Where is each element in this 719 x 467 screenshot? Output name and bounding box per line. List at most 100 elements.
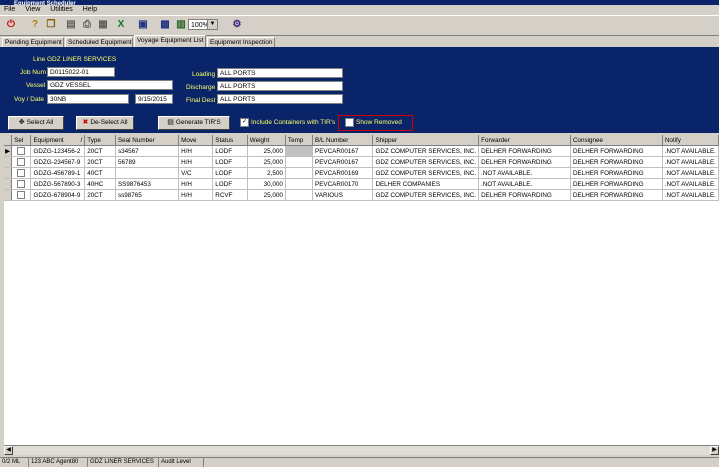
empty-cell: [570, 251, 662, 261]
row-header[interactable]: [4, 167, 13, 179]
col-header-shipper[interactable]: Shipper: [372, 135, 480, 146]
row-select-checkbox[interactable]: [17, 147, 26, 155]
empty-cell: [373, 321, 479, 331]
table-row[interactable]: GDZG-678904-9 20CT ss98765 H/H RCVF 25,000 VAR…: [4, 189, 719, 201]
final-dest-field[interactable]: ALL PORTS: [217, 94, 343, 104]
row-select-checkbox[interactable]: [17, 180, 26, 188]
row-select-checkbox[interactable]: [17, 158, 26, 166]
row-header[interactable]: [4, 189, 13, 201]
empty-cell: [85, 331, 116, 341]
empty-cell: [31, 411, 85, 421]
empty-cell: [313, 271, 373, 281]
generate-tirs-button[interactable]: ▤ Generate TIR'S: [158, 116, 230, 130]
menu-file[interactable]: File: [4, 6, 15, 13]
cell-sel[interactable]: [11, 156, 32, 168]
row-select-checkbox[interactable]: [17, 191, 26, 199]
col-header-notify[interactable]: Notify: [662, 135, 719, 146]
date-field[interactable]: 9/15/2015: [135, 94, 173, 104]
vessel-field[interactable]: GDZ VESSEL: [47, 80, 173, 90]
empty-cell: [179, 221, 213, 231]
row-header[interactable]: [4, 156, 13, 168]
tool-icon[interactable]: ⚙: [230, 18, 244, 32]
empty-cell: [313, 241, 373, 251]
empty-cell: [85, 211, 116, 221]
cell-sel[interactable]: [11, 178, 32, 190]
tab-scheduled-equipment[interactable]: Scheduled Equipment: [65, 37, 133, 47]
table-row[interactable]: ▶ GDZG-123456-2 20CT s34567 H/H LODF 25,000 PEV…: [4, 145, 719, 157]
row-header[interactable]: ▶: [4, 145, 13, 157]
help-icon[interactable]: ?: [28, 18, 42, 32]
empty-cell: [662, 211, 718, 221]
row-select-checkbox[interactable]: [17, 169, 26, 177]
col-header-weight[interactable]: Weight: [247, 135, 286, 146]
loading-field[interactable]: ALL PORTS: [217, 68, 343, 78]
generate-tirs-label: Generate TIR'S: [175, 119, 221, 126]
cell-consignee: DELHER FORWARDING: [570, 178, 663, 190]
empty-cell: [12, 341, 31, 351]
cell-seal-number: SS9876453: [115, 178, 180, 190]
empty-cell: [479, 381, 571, 391]
excel-icon[interactable]: X: [114, 18, 128, 32]
horizontal-scrollbar[interactable]: ◀ ▶: [4, 445, 719, 455]
empty-cell: [12, 281, 31, 291]
col-header-consignee[interactable]: Consignee: [570, 135, 663, 146]
save-icon[interactable]: ▩: [158, 18, 172, 32]
discharge-field[interactable]: ALL PORTS: [217, 81, 343, 91]
empty-cell: [31, 221, 85, 231]
print-icon[interactable]: ⎙: [80, 18, 94, 32]
zoom-select[interactable]: 100% ▼: [188, 19, 218, 30]
cell-sel[interactable]: [11, 189, 32, 201]
menu-utilities[interactable]: Utilities: [50, 6, 73, 13]
cell-forwarder: DELHER FORWARDING: [478, 156, 571, 168]
job-num-field[interactable]: D0115022-01: [47, 67, 115, 77]
window-icon[interactable]: ▣: [136, 18, 150, 32]
table-row[interactable]: GDZG-567890-3 40HC SS9876453 H/H LODF 30,000 P…: [4, 178, 719, 190]
empty-cell: [662, 231, 718, 241]
grid-icon[interactable]: ▥: [174, 18, 188, 32]
empty-cell: [662, 201, 718, 212]
cell-move: H/H: [178, 189, 214, 201]
empty-row: [4, 211, 719, 221]
col-header-equipment[interactable]: Equipment /: [30, 135, 86, 146]
copy-icon[interactable]: ❐: [44, 18, 58, 32]
cell-weight: 25,000: [247, 189, 286, 201]
col-header-temp[interactable]: Temp: [285, 135, 314, 146]
voyage-field[interactable]: 30NB: [47, 94, 129, 104]
exit-icon[interactable]: ⏻: [4, 18, 18, 32]
menu-view[interactable]: View: [25, 6, 40, 13]
menu-help[interactable]: Help: [83, 6, 97, 13]
empty-cell: [373, 251, 479, 261]
tab-pending-equipment[interactable]: Pending Equipment: [2, 37, 64, 47]
empty-row: [4, 200, 719, 212]
row-header[interactable]: [4, 178, 13, 190]
equipment-grid[interactable]: Sel Equipment / Type Seal Number Move St…: [4, 135, 719, 445]
select-all-button[interactable]: ✥ Select All: [8, 116, 64, 130]
tab-voyage-equipment-list[interactable]: Voyage Equipment List: [134, 35, 206, 47]
empty-cell: [4, 301, 12, 311]
empty-cell: [373, 411, 479, 421]
col-header-move[interactable]: Move: [178, 135, 214, 146]
empty-cell: [115, 231, 178, 241]
col-header-bl-number[interactable]: B/L Number: [312, 135, 374, 146]
spreadsheet-icon[interactable]: ▦: [96, 18, 110, 32]
col-header-seal-number[interactable]: Seal Number: [115, 135, 180, 146]
empty-cell: [115, 431, 178, 441]
tab-equipment-inspection[interactable]: Equipment Inspection: [207, 37, 275, 47]
table-row[interactable]: GDZG-456789-1 40CT V/C LODF 2,500 PEVCAR00169…: [4, 167, 719, 179]
cell-sel[interactable]: [11, 167, 32, 179]
col-header-forwarder[interactable]: Forwarder: [478, 135, 571, 146]
empty-cell: [373, 381, 479, 391]
chevron-down-icon[interactable]: ▼: [207, 20, 217, 29]
col-header-sel[interactable]: Sel: [11, 135, 32, 146]
col-header-type[interactable]: Type: [84, 135, 116, 146]
cell-sel[interactable]: [11, 145, 32, 157]
col-header-status[interactable]: Status: [212, 135, 248, 146]
scroll-right-icon[interactable]: ▶: [710, 446, 719, 455]
include-tirs-checkbox[interactable]: ✓ Include Containers with TIR's: [240, 118, 335, 127]
empty-cell: [247, 401, 285, 411]
table-row[interactable]: GDZG-234567-9 20CT 56789 H/H LODF 25,000 PEVCA…: [4, 156, 719, 168]
print-preview-icon[interactable]: ▤: [64, 18, 78, 32]
deselect-all-button[interactable]: ✖ De-Select All: [76, 116, 134, 130]
empty-cell: [4, 241, 12, 251]
scroll-left-icon[interactable]: ◀: [4, 446, 13, 455]
